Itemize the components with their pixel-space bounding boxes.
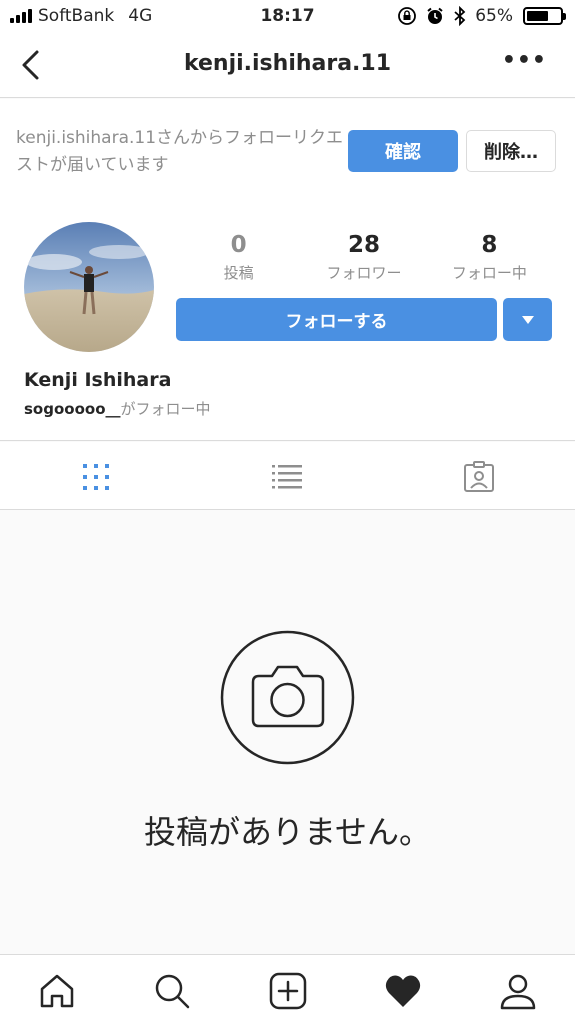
delete-button[interactable]: 削除… <box>466 130 556 172</box>
page-title: kenji.ishihara.11 <box>183 51 392 76</box>
bottom-tab-bar <box>0 954 575 1024</box>
follow-request-text: kenji.ishihara.11さんからフォローリクエストが届いています <box>16 128 344 175</box>
suggestions-dropdown-button[interactable] <box>503 298 552 341</box>
status-right: 65% <box>397 6 566 26</box>
confirm-button[interactable]: 確認 <box>348 130 458 172</box>
orientation-lock-icon <box>398 7 417 25</box>
posts-stat: 0 投稿 <box>176 232 301 283</box>
following-count: 8 <box>481 232 498 258</box>
more-options-button[interactable]: ••• <box>502 48 547 73</box>
camera-icon <box>220 630 355 765</box>
empty-state-text: 投稿がありません。 <box>143 813 432 851</box>
bluetooth-icon <box>454 6 466 26</box>
battery-percent: 65% <box>475 6 513 26</box>
following-label: フォロー中 <box>451 264 527 282</box>
followed-by-username[interactable]: sogooooo__ <box>24 400 121 418</box>
avatar[interactable] <box>24 222 154 352</box>
caret-down-icon <box>521 315 534 324</box>
heart-icon[interactable] <box>383 971 423 1011</box>
grid-icon[interactable] <box>79 460 113 494</box>
posts-count: 0 <box>230 232 247 258</box>
add-post-icon[interactable] <box>268 971 308 1011</box>
followed-by-suffix: がフォロー中 <box>120 400 211 418</box>
followers-stat[interactable]: 28 フォロワー <box>301 232 426 283</box>
home-icon[interactable] <box>37 971 77 1011</box>
empty-posts-state: 投稿がありません。 <box>0 511 575 954</box>
profile-icon[interactable] <box>498 971 538 1011</box>
followed-by[interactable]: sogooooo__がフォロー中 <box>24 398 211 419</box>
profile-tabs <box>0 442 575 510</box>
followers-label: フォロワー <box>326 264 402 282</box>
follow-button[interactable]: フォローする <box>176 298 497 341</box>
nav-bar: kenji.ishihara.11 ••• <box>0 32 575 98</box>
alarm-icon <box>427 7 443 24</box>
status-bar: SoftBank 4G 18:17 65% <box>0 0 575 32</box>
follow-request-banner: kenji.ishihara.11さんからフォローリクエストが届いています 確認… <box>0 99 575 199</box>
profile-name: Kenji Ishihara <box>24 369 172 391</box>
tagged-icon[interactable] <box>462 460 496 494</box>
battery-icon <box>523 7 566 25</box>
following-stat[interactable]: 8 フォロー中 <box>427 232 552 283</box>
profile-header: 0 投稿 28 フォロワー 8 フォロー中 フォローする Kenji Ishih… <box>0 199 575 441</box>
followers-count: 28 <box>347 232 380 258</box>
list-icon[interactable] <box>270 460 304 494</box>
posts-label: 投稿 <box>223 264 254 282</box>
profile-stats: 0 投稿 28 フォロワー 8 フォロー中 <box>176 232 552 283</box>
search-icon[interactable] <box>152 971 192 1011</box>
